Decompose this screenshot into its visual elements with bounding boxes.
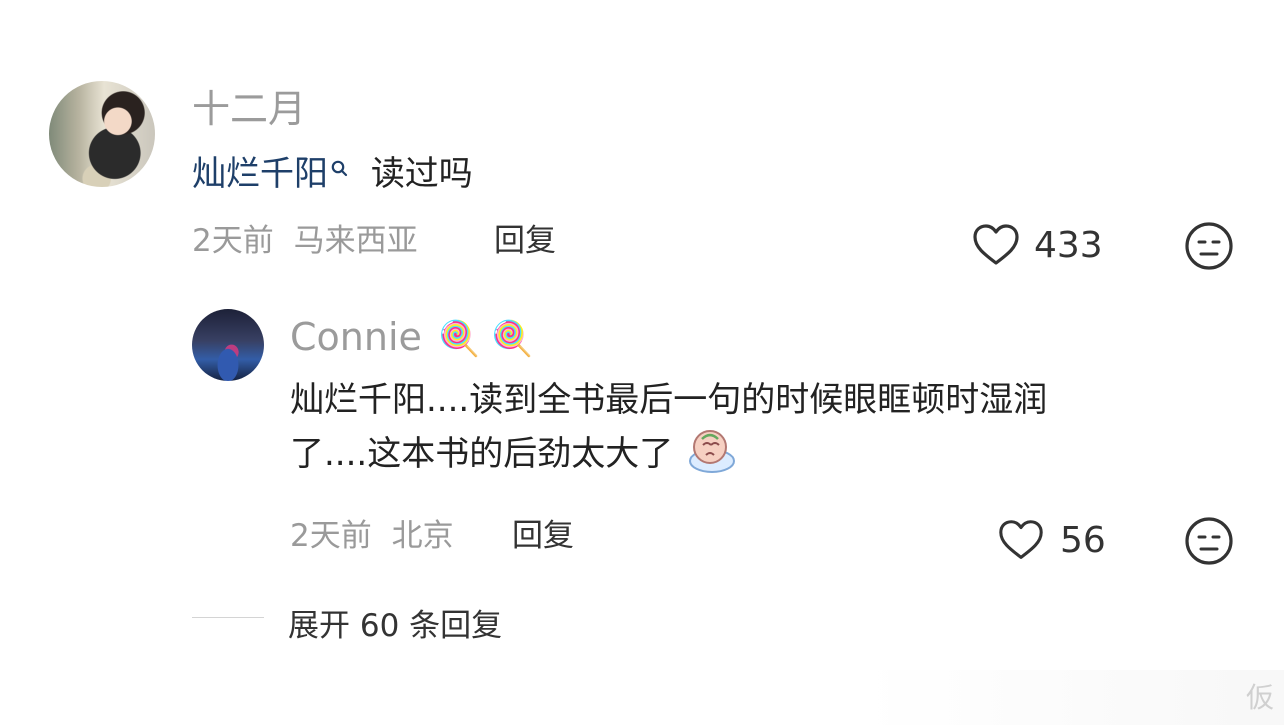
reply-location: 北京 (391, 518, 454, 554)
expand-replies-button[interactable]: 展开 60 条回复 (288, 600, 502, 645)
like-count: 433 (1034, 225, 1103, 266)
comment-body: 灿烂千阳 读过吗 (192, 152, 473, 197)
reply-like-count: 56 (1060, 520, 1106, 561)
reply-like-heart-icon[interactable] (996, 516, 1046, 566)
reply-line-1: 灿烂千阳....读到全书最后一句的时候眼眶顿时湿润 (290, 380, 1048, 420)
comment-text: 读过吗 (370, 154, 473, 194)
commenter-avatar[interactable] (49, 81, 155, 187)
lollipop-emoji: 🍭 🍭 (437, 319, 534, 359)
comment-author-name[interactable]: 十二月 (192, 90, 306, 128)
reply-dislike-face-icon[interactable] (1184, 516, 1234, 566)
reply-avatar[interactable] (192, 309, 264, 381)
reply-body: 灿烂千阳....读到全书最后一句的时候眼眶顿时湿润 了....这本书的后劲太大了 (290, 378, 1250, 477)
reply-time: 2天前 (290, 518, 372, 554)
mention-link[interactable]: 灿烂千阳 (192, 154, 328, 194)
reply-reply-button[interactable]: 回复 (512, 521, 574, 552)
crying-face-icon (686, 423, 738, 475)
replies-divider (192, 617, 264, 618)
comment-location: 马来西亚 (293, 223, 418, 259)
reply-meta: 2天前 北京 (290, 521, 454, 552)
comment-time: 2天前 (192, 223, 274, 259)
like-heart-icon[interactable] (970, 220, 1022, 272)
watermark-text: 仮 (1245, 681, 1274, 714)
watermark-bar (864, 670, 1284, 725)
reply-line-2: 了....这本书的后劲太大了 (290, 433, 674, 474)
reply-author-name[interactable]: Connie 🍭 🍭 (290, 318, 533, 356)
search-icon[interactable] (330, 144, 348, 177)
reply-button[interactable]: 回复 (494, 226, 556, 257)
dislike-face-icon[interactable] (1184, 221, 1234, 271)
comment-meta: 2天前 马来西亚 (192, 226, 418, 257)
